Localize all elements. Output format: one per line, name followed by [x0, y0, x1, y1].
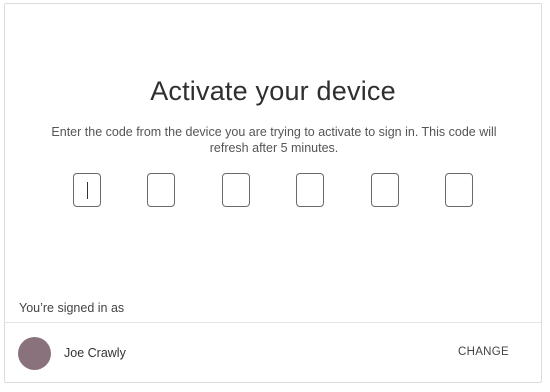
code-digit-2-input[interactable]: [147, 173, 175, 207]
code-digit-4-input[interactable]: [296, 173, 324, 207]
code-digit-1-input[interactable]: [73, 173, 101, 207]
instructions-text: Enter the code from the device you are t…: [51, 125, 497, 155]
change-account-button[interactable]: CHANGE: [458, 346, 509, 358]
code-digit-3-input[interactable]: [222, 173, 250, 207]
avatar: [18, 337, 51, 370]
code-digit-5-input[interactable]: [371, 173, 399, 207]
signed-in-label: You’re signed in as: [19, 301, 125, 315]
user-name: Joe Crawly: [64, 346, 126, 360]
code-input-row: [73, 173, 475, 209]
page-title: Activate your device: [150, 76, 396, 106]
divider: [5, 322, 541, 323]
activate-device-card: Activate your device Enter the code from…: [4, 3, 542, 383]
code-digit-6-input[interactable]: [445, 173, 473, 207]
